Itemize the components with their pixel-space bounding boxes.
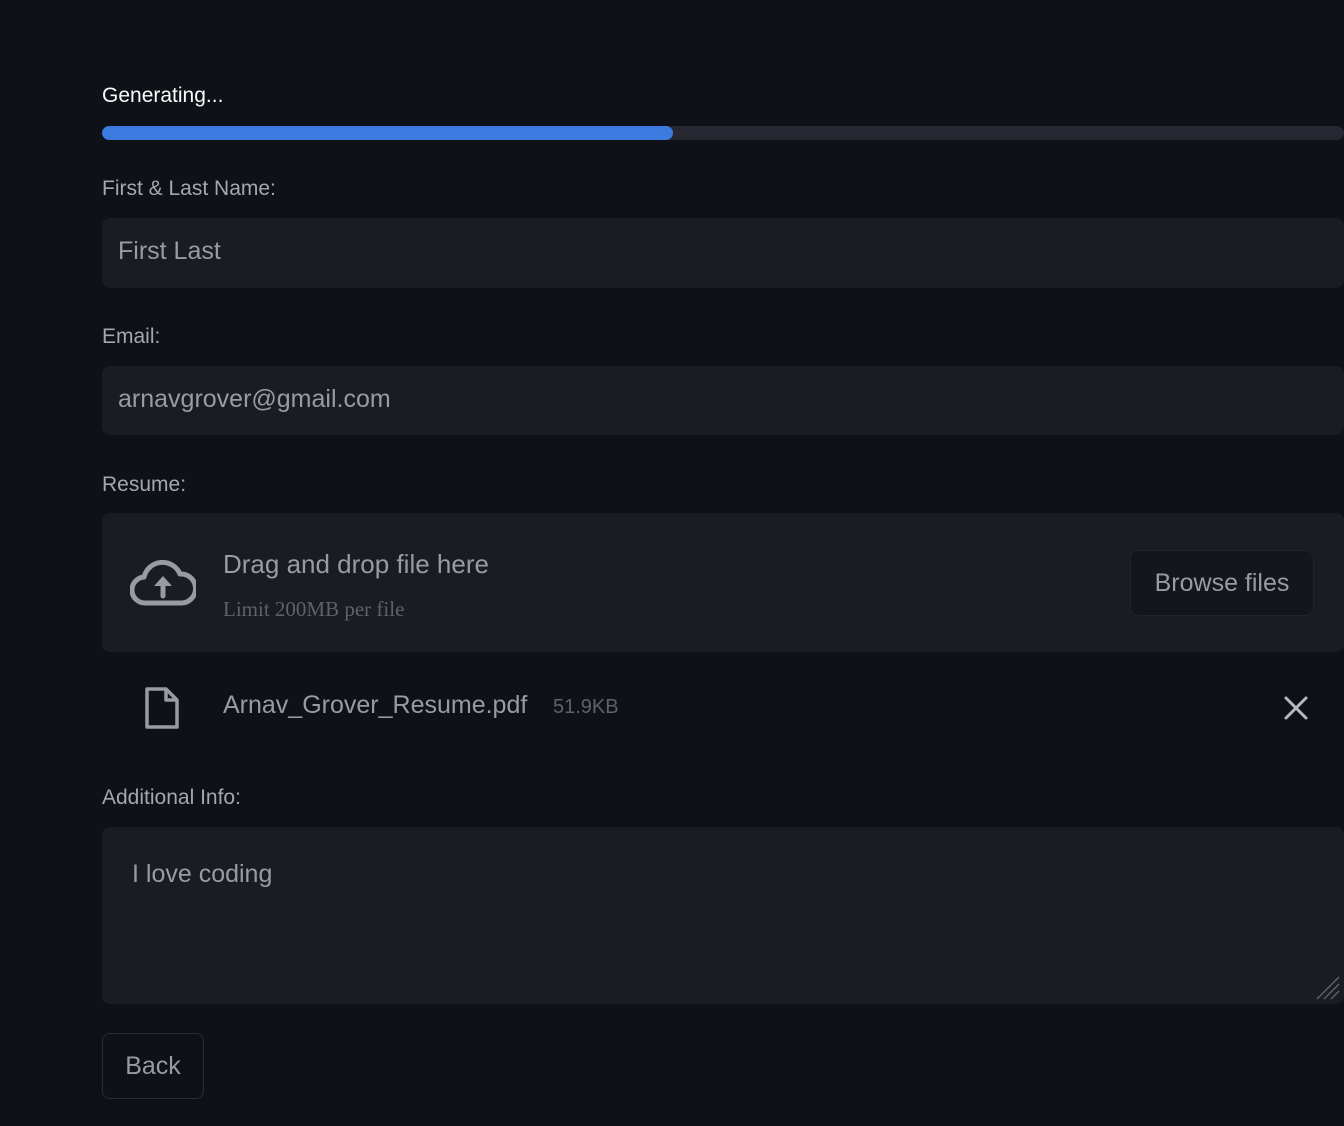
resize-handle-icon[interactable] [1314,974,1340,1000]
name-input[interactable]: First Last [102,218,1344,288]
additional-info-label: Additional Info: [102,786,241,809]
cloud-upload-icon [130,559,196,606]
file-size: 51.9KB [553,696,619,718]
back-button[interactable]: Back [102,1033,204,1099]
email-label: Email: [102,325,161,348]
additional-info-value: I love coding [132,860,273,888]
uploaded-file-row: Arnav_Grover_Resume.pdf 51.9KB [102,670,1344,746]
file-icon [145,687,179,729]
progress-bar-fill [102,126,674,140]
file-name: Arnav_Grover_Resume.pdf [223,691,528,719]
progress-bar [102,126,1344,140]
additional-info-textarea[interactable]: I love coding [102,827,1344,1004]
email-input-value: arnavgrover@gmail.com [118,385,391,413]
dropzone-limit: Limit 200MB per file [223,597,405,621]
page: Generating... First & Last Name: First L… [0,0,1344,1126]
dropzone-title: Drag and drop file here [223,549,489,579]
name-input-value: First Last [118,237,221,265]
resume-dropzone[interactable]: Drag and drop file here Limit 200MB per … [102,513,1344,652]
close-icon[interactable] [1280,692,1312,724]
resume-label: Resume: [102,473,187,496]
browse-files-button[interactable]: Browse files [1130,550,1314,616]
email-input[interactable]: arnavgrover@gmail.com [102,366,1344,435]
name-label: First & Last Name: [102,177,276,200]
progress-label: Generating... [102,84,224,107]
